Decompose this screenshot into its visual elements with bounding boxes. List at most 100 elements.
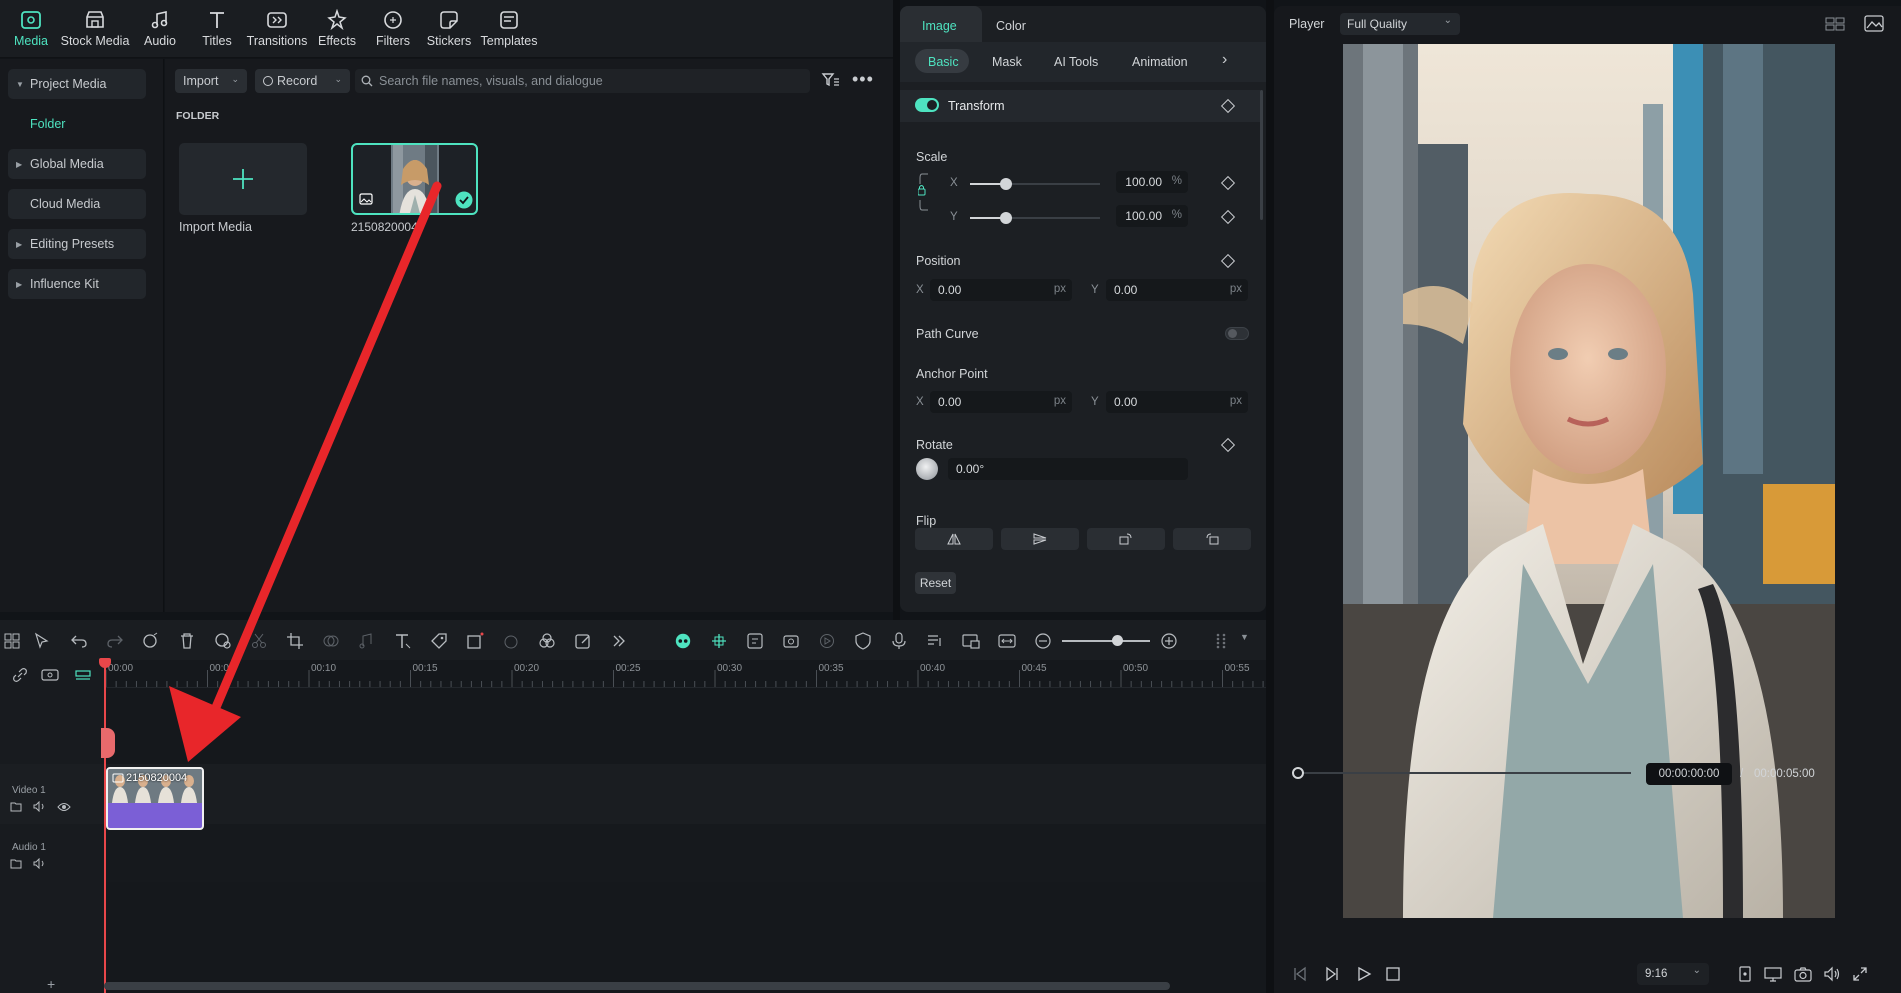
filter-icon[interactable] [821, 71, 841, 89]
playhead-line[interactable] [104, 660, 106, 993]
zoom-in-icon[interactable] [1160, 632, 1178, 650]
redo-icon[interactable] [106, 632, 124, 650]
play-icon[interactable] [1356, 966, 1372, 982]
reset-button[interactable]: Reset [915, 572, 956, 594]
next-frame-icon[interactable] [1324, 966, 1340, 982]
subtab-ai-tools[interactable]: AI Tools [1054, 55, 1098, 69]
position-y-field[interactable]: 0.00 px [1106, 279, 1248, 301]
display-icon[interactable] [1764, 966, 1782, 982]
volume-icon[interactable] [1823, 966, 1841, 982]
frame-box-icon[interactable] [466, 632, 484, 650]
transform-toggle[interactable] [915, 98, 939, 112]
subtab-mask[interactable]: Mask [992, 55, 1022, 69]
more-options-icon[interactable]: ••• [852, 69, 874, 90]
zoom-slider[interactable] [1062, 635, 1150, 646]
timeline-ruler[interactable]: 00:00 00:05 00:10 00:15 00:20 00:25 00:30 00:35… [104, 660, 1266, 688]
select-arrow-icon[interactable] [33, 632, 51, 650]
link-icon[interactable] [12, 667, 28, 683]
pip-icon[interactable] [962, 632, 980, 650]
scale-x-slider[interactable] [970, 178, 1100, 190]
folder-lock-icon[interactable] [10, 858, 22, 869]
playback-progress[interactable] [1296, 772, 1631, 774]
cut-scissors-icon[interactable] [250, 632, 268, 650]
timeline-clip[interactable]: 2150820004 [106, 767, 204, 830]
anchor-y-field[interactable]: 0.00 px [1106, 391, 1248, 413]
fullscreen-icon[interactable] [1852, 966, 1868, 982]
previous-frame-icon[interactable] [1292, 966, 1308, 982]
fit-width-icon[interactable] [998, 632, 1016, 650]
color-match-icon[interactable] [538, 632, 556, 650]
shield-icon[interactable] [854, 632, 872, 650]
scale-y-slider[interactable] [970, 212, 1100, 224]
ai-audio-icon[interactable] [142, 632, 160, 650]
scrollbar[interactable] [1260, 90, 1263, 220]
horizontal-scrollbar[interactable] [104, 982, 1170, 990]
stop-icon[interactable] [1386, 967, 1400, 981]
flip-horizontal-button[interactable] [915, 528, 993, 550]
subtab-animation[interactable]: Animation [1132, 55, 1188, 69]
more-tools-icon[interactable] [610, 632, 628, 650]
undo-icon[interactable] [70, 632, 88, 650]
tab-stock-media[interactable]: Stock Media [60, 6, 130, 48]
panel-divider[interactable] [893, 0, 900, 620]
eye-icon[interactable] [57, 802, 71, 812]
playhead-handle[interactable] [1292, 767, 1304, 779]
text-tool-icon[interactable] [394, 632, 412, 650]
record-dropdown[interactable]: Record ⌄ [255, 69, 350, 93]
rotate-dial[interactable] [916, 458, 938, 480]
keyframe-diamond-icon[interactable] [1220, 209, 1236, 225]
drag-handle-icon[interactable] [1212, 632, 1230, 650]
marker-icon[interactable] [1737, 966, 1753, 982]
aspect-ratio-dropdown[interactable]: 9:16 ⌄ [1637, 963, 1709, 985]
chevron-right-icon[interactable]: › [1222, 51, 1227, 69]
mask-icon[interactable] [322, 632, 340, 650]
anchor-x-field[interactable]: 0.00 px [930, 391, 1072, 413]
rotate-left-button[interactable] [1173, 528, 1251, 550]
render-icon[interactable] [818, 632, 836, 650]
panel-divider[interactable] [1266, 0, 1274, 993]
crop-icon[interactable] [286, 632, 304, 650]
detach-icon[interactable] [214, 632, 232, 650]
chevron-down-icon[interactable]: ▼ [1240, 632, 1249, 642]
audio-stretch-icon[interactable] [358, 632, 376, 650]
record-screen-icon[interactable] [782, 632, 800, 650]
lock-icon[interactable] [918, 172, 938, 212]
sidebar-item-editing-presets[interactable]: ▶ Editing Presets [8, 229, 146, 259]
microphone-icon[interactable] [890, 632, 908, 650]
folder-lock-icon[interactable] [10, 801, 22, 812]
sidebar-item-project-media[interactable]: ▼ Project Media [8, 69, 146, 99]
grid-view-icon[interactable] [1825, 16, 1845, 32]
track-manager-icon[interactable] [75, 668, 91, 682]
add-track-plus-icon[interactable]: + [47, 976, 55, 992]
tab-templates[interactable]: Templates [474, 6, 544, 48]
sidebar-item-influence-kit[interactable]: ▶ Influence Kit [8, 269, 146, 299]
sidebar-item-global-media[interactable]: ▶ Global Media [8, 149, 146, 179]
keyframe-diamond-icon[interactable] [1220, 175, 1236, 191]
import-media-tile[interactable] [179, 143, 307, 215]
sidebar-item-folder[interactable]: Folder [30, 117, 65, 131]
media-clip-thumbnail[interactable] [351, 143, 478, 215]
rotate-right-button[interactable] [1087, 528, 1165, 550]
volume-icon[interactable] [33, 801, 47, 812]
path-curve-toggle[interactable] [1225, 327, 1249, 340]
import-dropdown[interactable]: Import ⌄ [175, 69, 247, 93]
scale-y-field[interactable]: 100.00 % [1116, 205, 1188, 227]
position-x-field[interactable]: 0.00 px [930, 279, 1072, 301]
subtab-basic[interactable]: Basic [928, 55, 959, 69]
zoom-out-icon[interactable] [1034, 632, 1052, 650]
current-time-field[interactable]: 00:00:00:00 [1646, 763, 1732, 785]
add-track-icon[interactable] [41, 668, 59, 682]
flip-vertical-button[interactable] [1001, 528, 1079, 550]
search-input[interactable]: Search file names, visuals, and dialogue [355, 69, 810, 93]
picture-icon[interactable] [1864, 15, 1884, 32]
keyframe-diamond-icon[interactable] [1220, 437, 1236, 453]
keyframe-tag-icon[interactable] [430, 632, 448, 650]
edit-box-icon[interactable] [574, 632, 592, 650]
speed-icon[interactable] [502, 632, 520, 650]
playhead-marker[interactable] [101, 728, 115, 758]
ai-copilot-icon[interactable] [674, 632, 692, 650]
sidebar-item-cloud-media[interactable]: Cloud Media [8, 189, 146, 219]
snapshot-icon[interactable] [1794, 966, 1812, 982]
snap-icon[interactable] [710, 632, 728, 650]
quality-dropdown[interactable]: Full Quality ⌄ [1340, 13, 1460, 35]
